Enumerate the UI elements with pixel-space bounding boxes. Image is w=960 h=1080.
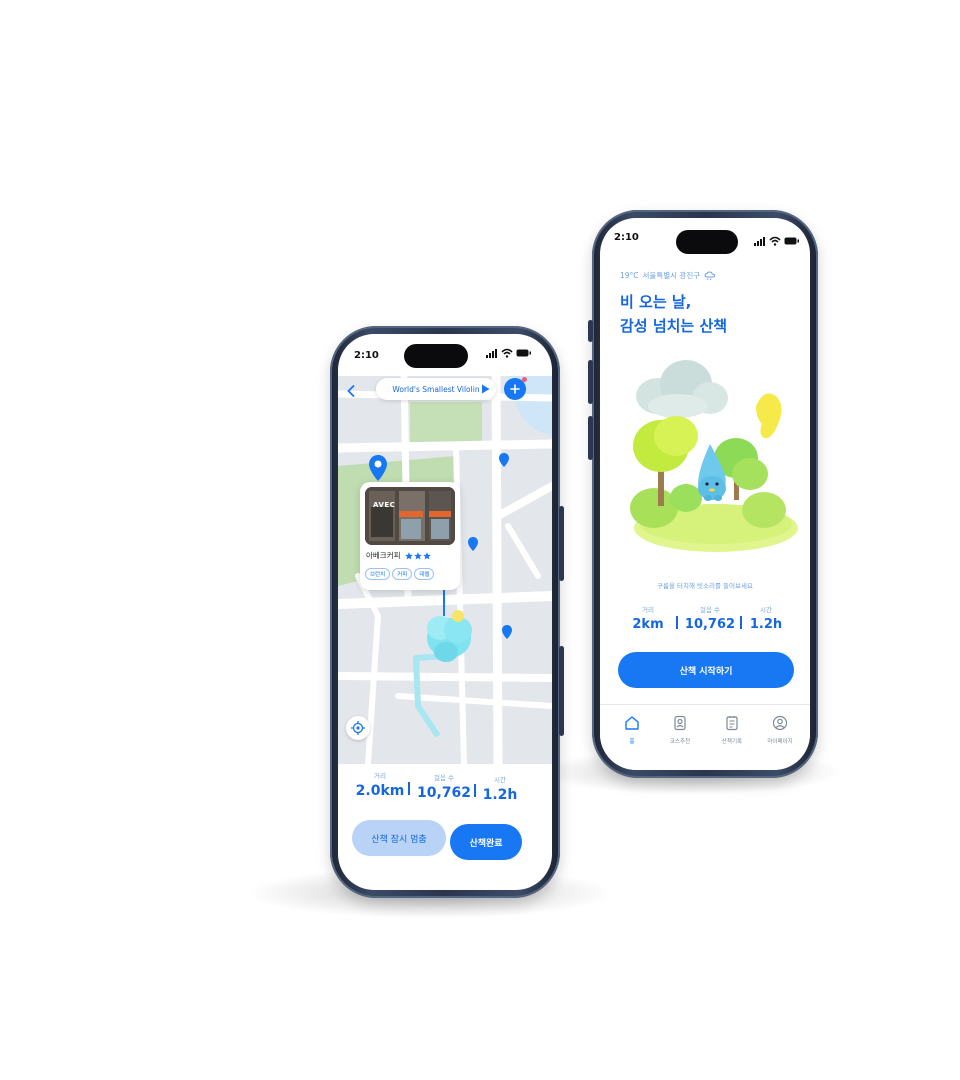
- headline-line-2: 감성 넘치는 산책: [620, 317, 728, 335]
- tab-my-page[interactable]: 마이페이지: [760, 715, 800, 745]
- chevron-left-icon: [347, 385, 355, 397]
- stat-label: 시간: [760, 606, 772, 614]
- stat-distance: 거리 2.0km: [350, 770, 410, 799]
- selected-place-pin[interactable]: [368, 454, 388, 482]
- wifi-icon: [769, 236, 781, 246]
- battery-icon: [784, 237, 799, 245]
- right-phone-screen: 2:10 19°C 서울특별시 광진구 비 오는 날, 감성 넘치는 산책 구름…: [600, 218, 810, 770]
- rainy-park-illustration[interactable]: [606, 348, 806, 558]
- notification-dot: [522, 377, 527, 382]
- illustration-caption: 구름을 터치해 빗소리를 들어보세요: [657, 582, 753, 590]
- place-sign: AVEC: [373, 501, 396, 509]
- home-icon: [625, 716, 639, 730]
- status-time: 2:10: [614, 232, 639, 243]
- user-icon: [772, 715, 788, 731]
- plus-icon: [510, 384, 520, 394]
- tab-home[interactable]: 홈: [612, 715, 652, 745]
- stat-value: 1.2h: [482, 787, 518, 803]
- stat-steps: 걸음 수 10,762: [412, 772, 476, 801]
- right-phone: 2:10 19°C 서울특별시 광진구 비 오는 날, 감성 넘치는 산책 구름…: [588, 210, 818, 778]
- storefront-illustration: [365, 487, 455, 545]
- summary-stats: 거리 2km 걸음 수 10,762 시간 1.2h: [600, 604, 810, 644]
- place-tag[interactable]: 브런치: [365, 568, 391, 580]
- left-phone-power-button: [559, 506, 564, 581]
- stat-steps: 걸음 수 10,762: [682, 604, 738, 632]
- tab-bar: 홈 코스추천 산책기록 마이페이지: [600, 704, 810, 770]
- tab-label: 홈: [629, 739, 635, 745]
- stat-value: 2km: [632, 617, 664, 632]
- stat-divider: [676, 616, 678, 629]
- back-button[interactable]: [342, 382, 360, 400]
- map-pin[interactable]: [498, 452, 510, 468]
- walk-stats: 거리 2.0km 걸음 수 10,762 시간 1.2h: [338, 770, 552, 820]
- stat-value: 2.0km: [355, 783, 405, 799]
- start-walk-button[interactable]: 산책 시작하기: [618, 652, 794, 688]
- stat-label: 거리: [374, 772, 386, 780]
- stat-value: 10,762: [416, 785, 472, 801]
- left-phone: 2:10 AVEC 아베크커피 브런치 커피 데렐 World's Smalle…: [330, 326, 564, 898]
- tab-label: 코스추천: [669, 739, 691, 745]
- notes-icon: [726, 716, 738, 731]
- place-card[interactable]: AVEC 아베크커피 브런치 커피 데렐: [360, 482, 460, 590]
- status-icons: [754, 236, 800, 246]
- recenter-button[interactable]: [346, 716, 370, 740]
- signal-icon: [754, 237, 765, 246]
- place-tag[interactable]: 데렐: [414, 568, 435, 580]
- place-tag[interactable]: 커피: [392, 568, 413, 580]
- stat-divider: [408, 782, 410, 795]
- wifi-icon: [501, 348, 513, 358]
- star-icon: [404, 551, 413, 559]
- stat-time: 시간 1.2h: [746, 604, 786, 632]
- stat-time: 시간 1.2h: [478, 774, 522, 803]
- star-icon: [413, 551, 422, 559]
- map-pin[interactable]: [501, 624, 513, 640]
- signal-icon: [486, 349, 497, 358]
- map-pin[interactable]: [467, 536, 479, 552]
- left-phone-screen: 2:10 AVEC 아베크커피 브런치 커피 데렐 World's Smalle…: [338, 334, 552, 890]
- place-tags: 브런치 커피 데렐: [365, 568, 435, 580]
- weather-row: 19°C 서울특별시 광진구: [620, 270, 716, 281]
- location-icon: [674, 715, 686, 731]
- map-view[interactable]: AVEC 아베크커피 브런치 커피 데렐: [338, 376, 552, 764]
- stat-divider: [740, 616, 742, 629]
- finish-walk-button[interactable]: 산책완료: [450, 824, 522, 860]
- crosshair-icon: [351, 721, 365, 735]
- weather-location: 서울특별시 광진구: [642, 271, 701, 280]
- pause-walk-button[interactable]: 산책 잠시 멈춤: [352, 820, 446, 856]
- play-icon: [481, 384, 489, 394]
- stat-label: 시간: [494, 776, 506, 784]
- place-photo: AVEC: [365, 487, 455, 545]
- status-time: 2:10: [354, 350, 379, 361]
- status-icons: [486, 348, 532, 358]
- add-button[interactable]: [504, 377, 527, 400]
- play-button[interactable]: [478, 382, 492, 396]
- stat-value: 1.2h: [749, 617, 783, 632]
- weather-temp: 19°C: [620, 271, 639, 280]
- tab-label: 산책기록: [721, 739, 743, 745]
- tab-label: 마이페이지: [767, 739, 793, 745]
- stat-label: 걸음 수: [433, 774, 454, 782]
- stat-divider: [474, 784, 476, 797]
- stat-label: 걸음 수: [699, 606, 720, 614]
- place-name: 아베크커피: [366, 551, 401, 560]
- battery-icon: [516, 349, 531, 357]
- stat-distance: 거리 2km: [628, 604, 668, 632]
- rain-cloud-icon: [704, 270, 716, 280]
- stat-value: 10,762: [684, 617, 736, 632]
- stat-label: 거리: [642, 606, 654, 614]
- tab-walk-history[interactable]: 산책기록: [712, 715, 752, 745]
- headline-line-1: 비 오는 날,: [620, 293, 692, 311]
- right-phone-volume-down: [588, 416, 593, 460]
- dynamic-island: [404, 344, 468, 368]
- left-phone-action-button: [559, 646, 564, 736]
- tab-course-recommend[interactable]: 코스추천: [660, 715, 700, 745]
- walking-character-icon: [427, 610, 472, 662]
- track-title: World's Smallest Vilolin: [392, 384, 480, 394]
- rating-stars: [404, 551, 431, 560]
- dynamic-island: [676, 230, 738, 254]
- right-phone-volume-up: [588, 360, 593, 404]
- right-phone-silent-switch: [588, 320, 593, 342]
- star-icon: [422, 551, 431, 559]
- headline: 비 오는 날, 감성 넘치는 산책: [620, 290, 727, 338]
